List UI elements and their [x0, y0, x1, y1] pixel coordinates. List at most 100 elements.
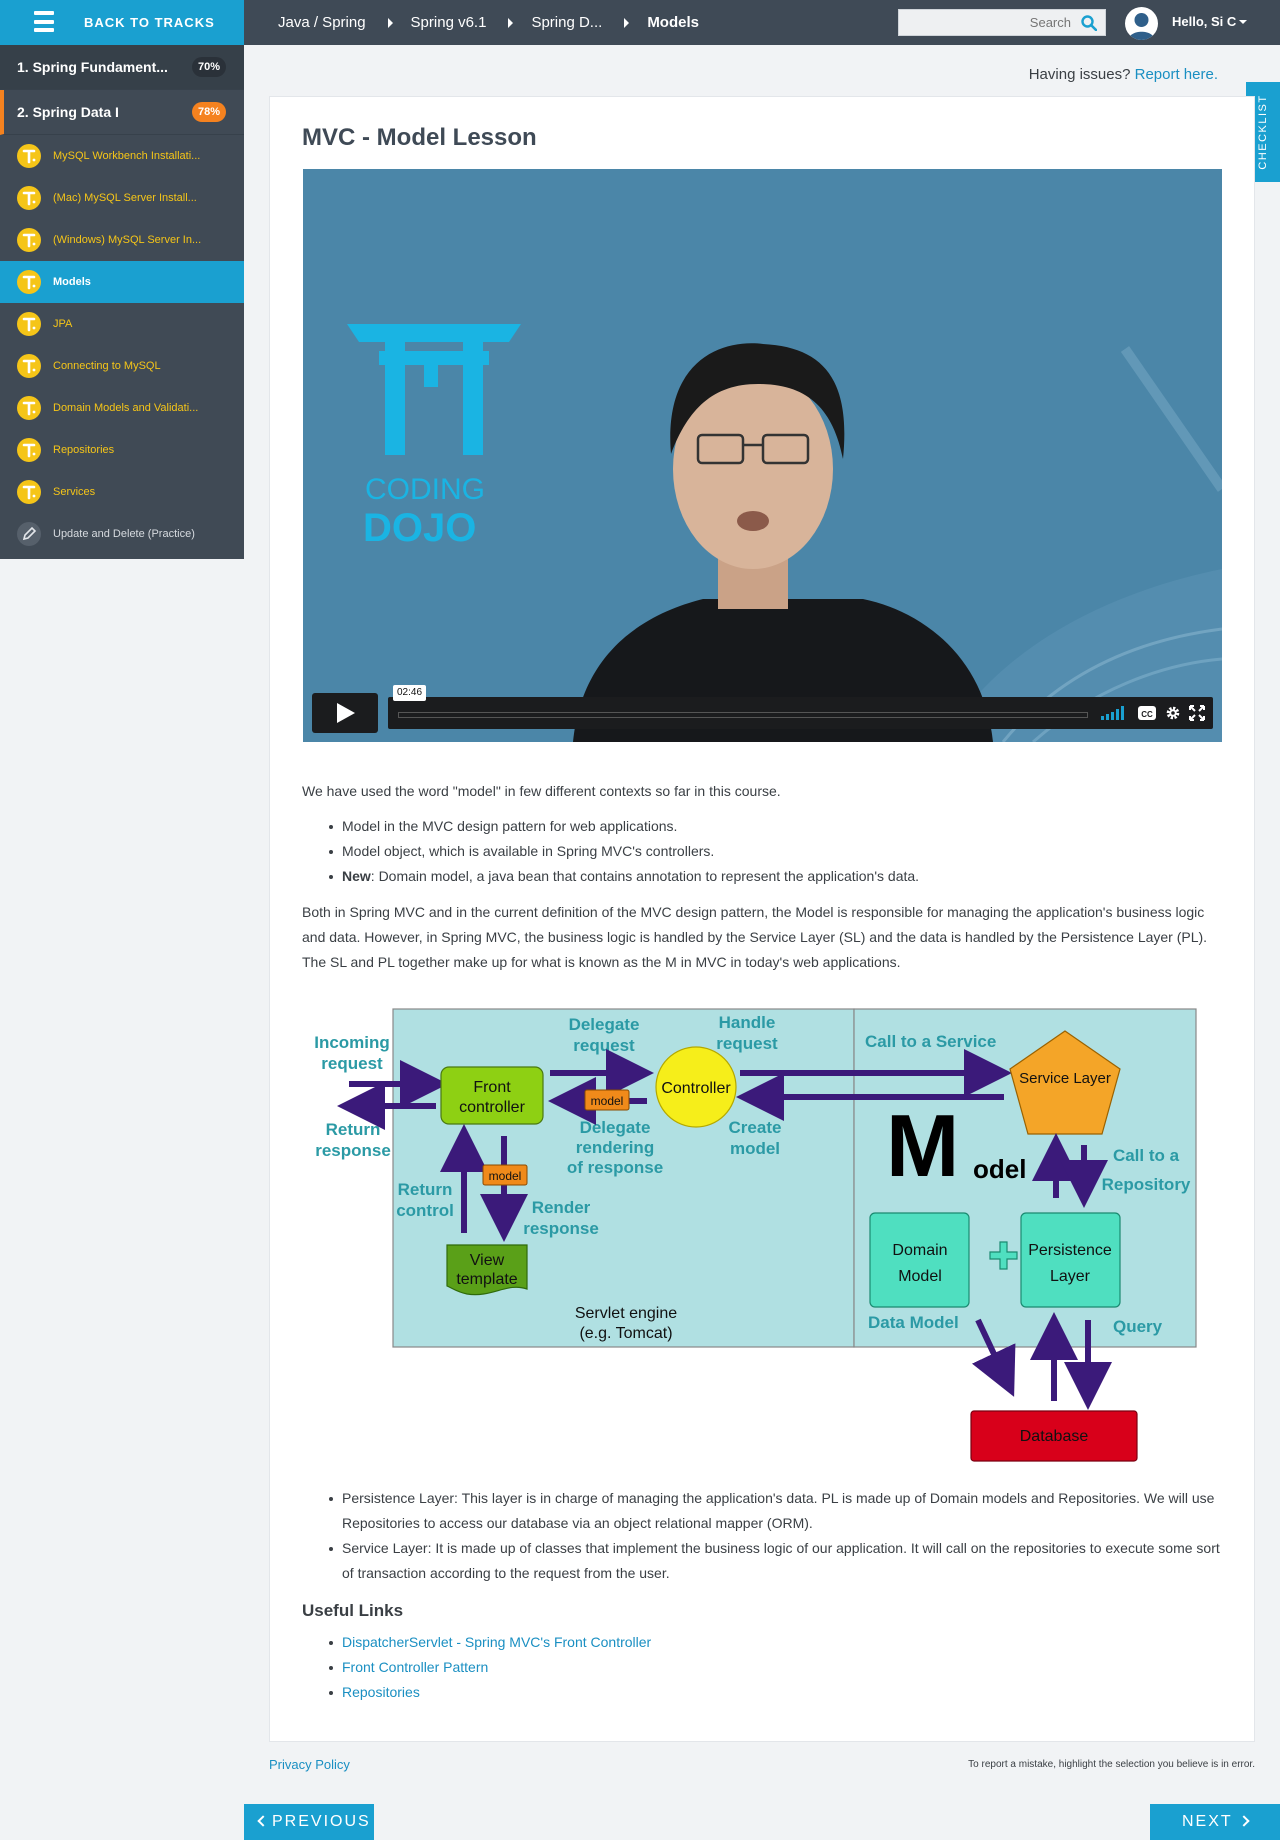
svg-text:DOJO: DOJO — [363, 506, 476, 550]
sidebar-section-label: 2. Spring Data I — [17, 104, 119, 120]
list-item: Service Layer: It is made up of classes … — [329, 1536, 1222, 1586]
video-controls: CC 02:46 — [312, 685, 1213, 733]
sidebar-item-jpa[interactable]: JPA — [0, 303, 244, 345]
search-box — [898, 9, 1106, 36]
pencil-icon — [17, 522, 41, 546]
closed-captions-icon[interactable]: CC — [1138, 705, 1156, 721]
breadcrumb-item-java-spring[interactable]: Java / Spring — [278, 14, 366, 31]
link-front-controller-pattern[interactable]: Front Controller Pattern — [342, 1659, 488, 1675]
list-item: Persistence Layer: This layer is in char… — [329, 1486, 1222, 1536]
sidebar-item-models[interactable]: Models — [0, 261, 244, 303]
list-item: Repositories — [329, 1680, 1222, 1705]
next-button[interactable]: NEXT — [1150, 1804, 1280, 1840]
t-badge-icon — [17, 354, 41, 378]
user-icon — [1128, 13, 1155, 40]
incoming-request-label: Incoming request — [314, 1033, 390, 1073]
svg-text:Service Layer: Service Layer — [1019, 1070, 1111, 1087]
video-player[interactable]: CODING DOJO CC 02:46 — [303, 169, 1222, 742]
sidebar-item-connecting-mysql[interactable]: Connecting to MySQL — [0, 345, 244, 387]
sidebar-item-domain-models[interactable]: Domain Models and Validati... — [0, 387, 244, 429]
page-title: MVC - Model Lesson — [302, 124, 537, 151]
chevron-down-icon[interactable] — [1239, 20, 1247, 24]
t-badge-icon — [17, 480, 41, 504]
query-label: Query — [1113, 1317, 1163, 1336]
sidebar-section-spring-fundamentals[interactable]: 1. Spring Fundament... 70% — [0, 45, 244, 90]
back-to-tracks-button[interactable]: BACK TO TRACKS — [0, 0, 244, 45]
sidebar-item-label: MySQL Workbench Installati... — [53, 150, 201, 162]
sidebar-item-label: JPA — [53, 318, 73, 330]
domain-model-box — [869, 1212, 970, 1308]
model-heading-rest: odel — [973, 1154, 1026, 1184]
play-button[interactable] — [312, 693, 378, 733]
sidebar-section-label: 1. Spring Fundament... — [17, 59, 168, 75]
video-progress-bar[interactable] — [398, 712, 1088, 718]
sidebar-item-services[interactable]: Services — [0, 471, 244, 513]
call-to-service-label: Call to a Service — [865, 1032, 996, 1051]
model-contexts-list: Model in the MVC design pattern for web … — [329, 814, 1222, 889]
t-badge-icon — [17, 438, 41, 462]
intro-text: We have used the word "model" in few dif… — [302, 783, 781, 799]
video-frame: CODING DOJO — [303, 169, 1222, 742]
svg-text:CC: CC — [1141, 710, 1153, 719]
svg-text:Controller: Controller — [661, 1080, 731, 1097]
previous-label: PREVIOUS — [272, 1813, 371, 1830]
breadcrumb-item-spring-data[interactable]: Spring D... — [531, 14, 602, 31]
privacy-policy-link[interactable]: Privacy Policy — [269, 1757, 350, 1772]
report-link[interactable]: Report here. — [1135, 66, 1218, 83]
sidebar-item-label: Update and Delete (Practice) — [53, 528, 195, 540]
sidebar-item-label: Domain Models and Validati... — [53, 402, 199, 414]
chevron-left-icon — [257, 1815, 269, 1827]
caret-right-icon — [508, 17, 514, 28]
sidebar-section-spring-data[interactable]: 2. Spring Data I 78% — [0, 90, 244, 135]
sidebar-item-label: Models — [53, 276, 91, 288]
useful-links-heading: Useful Links — [302, 1601, 404, 1620]
mvc-model-diagram: Incoming request Return response Delegate r… — [314, 1008, 1197, 1462]
progress-badge: 78% — [191, 102, 226, 122]
return-response-label: Return response — [315, 1120, 391, 1160]
delegate-rendering-label: Delegate rendering of response — [567, 1118, 663, 1177]
sidebar: 1. Spring Fundament... 70% 2. Spring Dat… — [0, 45, 244, 559]
search-input[interactable] — [905, 12, 1071, 33]
caret-right-icon — [624, 17, 630, 28]
link-dispatcher-servlet[interactable]: DispatcherServlet - Spring MVC's Front C… — [342, 1634, 651, 1650]
new-label: New — [342, 868, 371, 884]
user-greeting[interactable]: Hello, Si C — [1172, 14, 1236, 29]
sidebar-item-label: (Windows) MySQL Server In... — [53, 234, 202, 246]
svg-text:model: model — [489, 1169, 522, 1183]
t-badge-icon — [17, 312, 41, 336]
list-item: Front Controller Pattern — [329, 1655, 1222, 1680]
sidebar-item-repositories[interactable]: Repositories — [0, 429, 244, 471]
svg-text:Database: Database — [1020, 1428, 1089, 1445]
sidebar-item-mac-mysql[interactable]: (Mac) MySQL Server Install... — [0, 177, 244, 219]
link-repositories[interactable]: Repositories — [342, 1684, 420, 1700]
mvc-paragraph: Both in Spring MVC and in the current de… — [302, 904, 1208, 970]
t-badge-icon — [17, 228, 41, 252]
previous-button[interactable]: PREVIOUS — [244, 1804, 374, 1840]
sidebar-item-mysql-workbench[interactable]: MySQL Workbench Installati... — [0, 135, 244, 177]
sidebar-item-windows-mysql[interactable]: (Windows) MySQL Server In... — [0, 219, 244, 261]
sidebar-item-update-delete-practice[interactable]: Update and Delete (Practice) — [0, 513, 244, 555]
persistence-layer-box — [1020, 1212, 1121, 1308]
breadcrumb-item-current: Models — [647, 14, 699, 31]
chevron-right-icon — [1238, 1815, 1250, 1827]
top-bar: BACK TO TRACKS Java / Spring Spring v6.1… — [0, 0, 1280, 45]
play-icon — [337, 703, 355, 723]
breadcrumb-item-spring-version[interactable]: Spring v6.1 — [411, 14, 487, 31]
data-model-label: Data Model — [868, 1313, 959, 1332]
t-badge-icon — [17, 144, 41, 168]
next-label: NEXT — [1182, 1813, 1233, 1830]
t-badge-icon — [17, 270, 41, 294]
svg-text:CODING: CODING — [365, 473, 485, 506]
search-icon[interactable] — [1081, 15, 1097, 31]
sidebar-item-label: (Mac) MySQL Server Install... — [53, 192, 197, 204]
checklist-label: CHECKLIST — [1257, 94, 1269, 170]
sidebar-item-label: Services — [53, 486, 96, 498]
list-item: Model object, which is available in Spri… — [329, 839, 1222, 864]
avatar[interactable] — [1125, 7, 1158, 40]
useful-links-list: DispatcherServlet - Spring MVC's Front C… — [329, 1630, 1222, 1705]
issues-notice: Having issues? Report here. — [1029, 66, 1218, 83]
settings-gear-icon[interactable] — [1164, 705, 1182, 721]
volume-icon[interactable] — [1101, 706, 1127, 720]
list-item: Model in the MVC design pattern for web … — [329, 814, 1222, 839]
fullscreen-icon[interactable] — [1188, 705, 1206, 721]
